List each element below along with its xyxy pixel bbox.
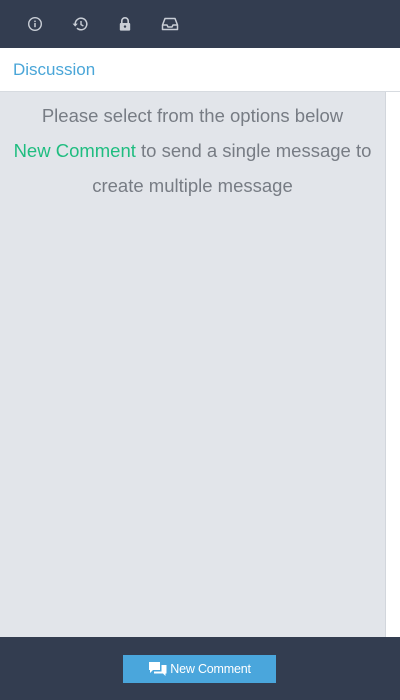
lock-icon[interactable] [113, 12, 137, 36]
new-comment-button[interactable]: New Comment [123, 655, 276, 683]
history-icon[interactable] [68, 12, 92, 36]
instruction-line-3: create multiple message [92, 175, 293, 196]
new-comment-link[interactable]: New Comment [14, 140, 136, 161]
instruction-line-1: Please select from the options below [41, 105, 344, 126]
instruction-line-2-rest: to send a single message to [135, 140, 372, 161]
page-title: Discussion [13, 60, 96, 79]
comments-icon [149, 662, 167, 676]
instruction-line-2: New Comment to send a single message to [0, 133, 385, 168]
info-icon[interactable] [23, 12, 47, 36]
top-toolbar [0, 0, 400, 48]
empty-state-message: Please select from the options below New… [0, 98, 385, 203]
scrollbar[interactable] [385, 92, 400, 637]
discussion-panel: Discussion Please select from the option… [0, 0, 400, 700]
discussion-header: Discussion [0, 48, 400, 92]
footer-bar: New Comment [0, 637, 400, 700]
new-comment-button-label: New Comment [170, 662, 251, 676]
discussion-content: Please select from the options below New… [0, 92, 385, 637]
inbox-icon[interactable] [158, 12, 182, 36]
